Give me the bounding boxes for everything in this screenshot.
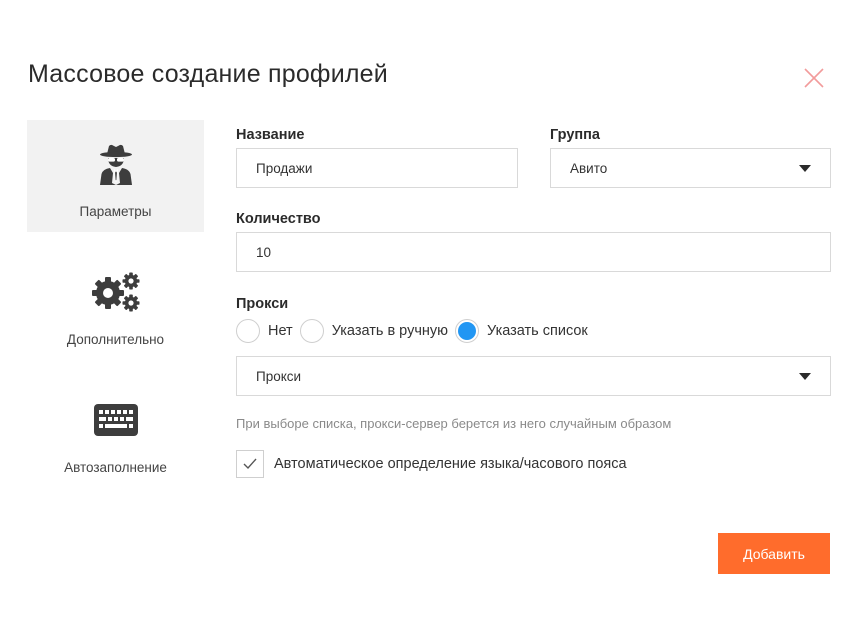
group-label: Группа (550, 127, 600, 143)
proxy-label: Прокси (236, 296, 289, 312)
radio-circle[interactable] (236, 319, 260, 343)
chevron-down-icon (799, 164, 811, 172)
radio-circle[interactable] (299, 319, 324, 343)
proxy-select-value: Прокси (256, 368, 302, 384)
sidebar-item-autofill[interactable]: Автозаполнение (27, 376, 204, 488)
quantity-label: Количество (236, 211, 321, 227)
group-select[interactable]: Авито (550, 148, 831, 188)
sidebar-item-label: Дополнительно (66, 332, 165, 347)
auto-detect-checkbox-row[interactable]: Автоматическое определение языка/часовог… (236, 450, 627, 478)
quantity-input[interactable] (256, 244, 811, 260)
radio-label: Указать список (487, 323, 588, 339)
sidebar-item-additional[interactable]: Дополнительно (27, 248, 204, 360)
proxy-radio-none[interactable]: Нет (236, 319, 293, 343)
auto-detect-checkbox[interactable] (236, 450, 264, 478)
proxy-list-select[interactable]: Прокси (236, 356, 831, 396)
radio-label: Нет (268, 323, 293, 339)
checkmark-icon (243, 458, 257, 470)
group-select-value: Авито (570, 160, 608, 176)
radio-label: Указать в ручную (331, 323, 449, 339)
chevron-down-icon (799, 372, 811, 380)
sidebar-item-parameters[interactable]: Параметры (27, 120, 204, 232)
proxy-hint: При выборе списка, прокси-сервер берется… (236, 416, 672, 431)
name-label: Название (236, 127, 305, 143)
sidebar-item-label: Автозаполнение (64, 460, 167, 475)
dialog-title: Массовое создание профилей (28, 60, 388, 88)
auto-detect-label: Автоматическое определение языка/часовог… (274, 456, 627, 472)
name-field[interactable] (236, 148, 518, 188)
name-input[interactable] (256, 160, 498, 176)
spy-icon (98, 142, 134, 186)
radio-circle[interactable] (455, 319, 480, 343)
proxy-radio-group: Нет Указать в ручную Указать список (236, 319, 595, 343)
sidebar-item-label: Параметры (79, 204, 152, 219)
proxy-radio-list[interactable]: Указать список (455, 319, 588, 343)
proxy-radio-manual[interactable]: Указать в ручную (299, 319, 449, 343)
add-button[interactable]: Добавить (718, 533, 830, 574)
gears-icon (91, 270, 141, 314)
quantity-field[interactable] (236, 232, 831, 272)
keyboard-icon (93, 398, 138, 442)
close-icon[interactable] (802, 66, 826, 90)
